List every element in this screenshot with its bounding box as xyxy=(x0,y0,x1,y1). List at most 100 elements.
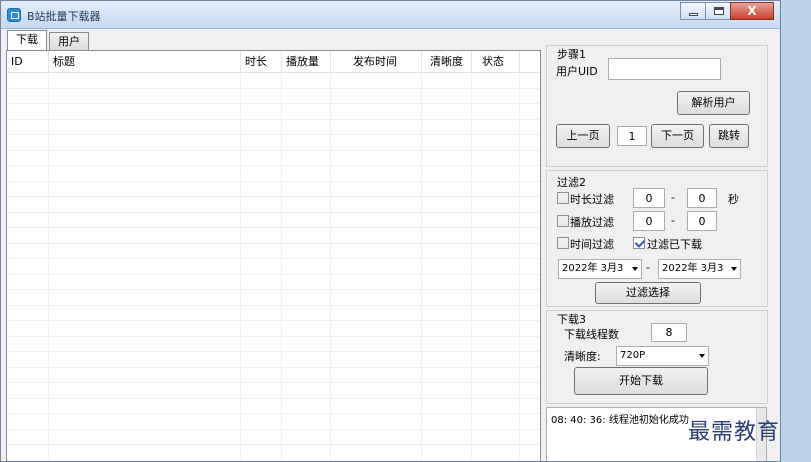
prev-page-button[interactable]: 上一页 xyxy=(556,124,610,148)
table-cell xyxy=(422,212,472,227)
table-cell xyxy=(49,290,241,305)
table-cell xyxy=(241,383,282,398)
downloaded-filter-label[interactable]: 过滤已下载 xyxy=(647,236,702,252)
table-cell xyxy=(422,197,472,212)
table-cell xyxy=(422,135,472,150)
duration-max-input[interactable] xyxy=(687,188,717,208)
step1-group: 步骤1 用户UID 解析用户 上一页 下一页 跳转 xyxy=(546,45,768,167)
table-cell xyxy=(282,228,331,243)
table-cell xyxy=(49,352,241,367)
tab-download[interactable]: 下载 xyxy=(7,30,47,50)
table-cell xyxy=(331,197,422,212)
column-header-publish-time[interactable]: 发布时间 xyxy=(331,51,422,72)
play-min-input[interactable] xyxy=(633,211,665,231)
column-header-filler xyxy=(520,51,540,72)
chevron-down-icon xyxy=(632,267,638,271)
table-cell xyxy=(422,88,472,103)
column-header-id[interactable]: ID xyxy=(7,51,49,72)
table-cell xyxy=(7,429,49,444)
play-max-input[interactable] xyxy=(687,211,717,231)
start-download-button[interactable]: 开始下载 xyxy=(574,367,708,395)
table-cell xyxy=(282,259,331,274)
table-cell xyxy=(472,88,520,103)
table-cell xyxy=(472,352,520,367)
quality-select[interactable]: 720P xyxy=(616,346,709,366)
table-cell xyxy=(49,197,241,212)
date-to-picker[interactable]: 2022年 3月3 xyxy=(658,259,741,279)
table-cell xyxy=(331,104,422,119)
table-cell xyxy=(49,398,241,413)
table-cell xyxy=(472,73,520,88)
play-filter-checkbox[interactable] xyxy=(557,215,569,227)
table-cell xyxy=(282,135,331,150)
table-row xyxy=(7,414,540,430)
close-icon: X xyxy=(747,4,757,18)
duration-filter-checkbox[interactable] xyxy=(557,192,569,204)
date-from-picker[interactable]: 2022年 3月3 xyxy=(558,259,642,279)
table-cell xyxy=(331,367,422,382)
column-header-duration[interactable]: 时长 xyxy=(241,51,282,72)
table-cell xyxy=(331,119,422,134)
table-cell xyxy=(472,243,520,258)
table-cell xyxy=(49,181,241,196)
close-button[interactable]: X xyxy=(730,2,774,20)
page-number-input[interactable] xyxy=(617,126,647,146)
table-cell xyxy=(422,336,472,351)
table-cell xyxy=(422,305,472,320)
table-cell xyxy=(422,414,472,429)
duration-min-input[interactable] xyxy=(633,188,665,208)
next-page-button[interactable]: 下一页 xyxy=(651,124,704,148)
title-bar[interactable]: B站批量下载器 X xyxy=(1,1,780,29)
table-cell xyxy=(241,88,282,103)
table-row xyxy=(7,398,540,414)
table-cell xyxy=(331,135,422,150)
table-cell xyxy=(7,274,49,289)
table-cell xyxy=(7,104,49,119)
parse-user-button[interactable]: 解析用户 xyxy=(677,91,750,115)
table-cell xyxy=(422,150,472,165)
column-header-status[interactable]: 状态 xyxy=(472,51,520,72)
table-cell xyxy=(472,166,520,181)
uid-input[interactable] xyxy=(608,58,721,80)
table-cell xyxy=(49,445,241,460)
table-cell xyxy=(472,321,520,336)
table-cell xyxy=(7,119,49,134)
date-from-value: 2022年 3月3 xyxy=(562,263,624,274)
maximize-button[interactable] xyxy=(705,2,731,20)
column-header-title[interactable]: 标题 xyxy=(49,51,241,72)
table-cell xyxy=(241,321,282,336)
table-cell xyxy=(422,181,472,196)
downloaded-filter-checkbox[interactable] xyxy=(633,237,645,249)
time-filter-checkbox[interactable] xyxy=(557,237,569,249)
window-title: B站批量下载器 xyxy=(27,10,101,23)
duration-filter-label[interactable]: 时长过滤 xyxy=(570,191,614,207)
threads-input[interactable] xyxy=(651,323,687,342)
maximize-icon xyxy=(714,7,724,15)
table-cell xyxy=(331,181,422,196)
jump-button[interactable]: 跳转 xyxy=(709,124,749,148)
time-filter-label[interactable]: 时间过滤 xyxy=(570,236,614,252)
table-row xyxy=(7,445,540,461)
play-filter-label[interactable]: 播放过滤 xyxy=(570,214,614,230)
table-cell xyxy=(472,197,520,212)
table-cell xyxy=(422,383,472,398)
apply-filter-button[interactable]: 过滤选择 xyxy=(595,282,701,304)
table-cell xyxy=(331,212,422,227)
table-cell xyxy=(282,104,331,119)
table-cell xyxy=(49,135,241,150)
table-cell xyxy=(241,119,282,134)
column-header-plays[interactable]: 播放量 xyxy=(282,51,331,72)
table-cell xyxy=(7,197,49,212)
column-header-quality[interactable]: 清晰度 xyxy=(422,51,472,72)
play-dash: - xyxy=(671,214,675,227)
minimize-button[interactable] xyxy=(680,2,706,20)
duration-unit: 秒 xyxy=(728,193,739,206)
video-list-grid[interactable]: ID 标题 时长 播放量 发布时间 清晰度 状态 xyxy=(6,50,541,461)
tab-user[interactable]: 用户 xyxy=(49,32,89,50)
table-cell xyxy=(331,445,422,460)
table-cell xyxy=(282,181,331,196)
table-cell xyxy=(331,398,422,413)
table-row xyxy=(7,104,540,120)
table-row xyxy=(7,197,540,213)
table-row xyxy=(7,336,540,352)
